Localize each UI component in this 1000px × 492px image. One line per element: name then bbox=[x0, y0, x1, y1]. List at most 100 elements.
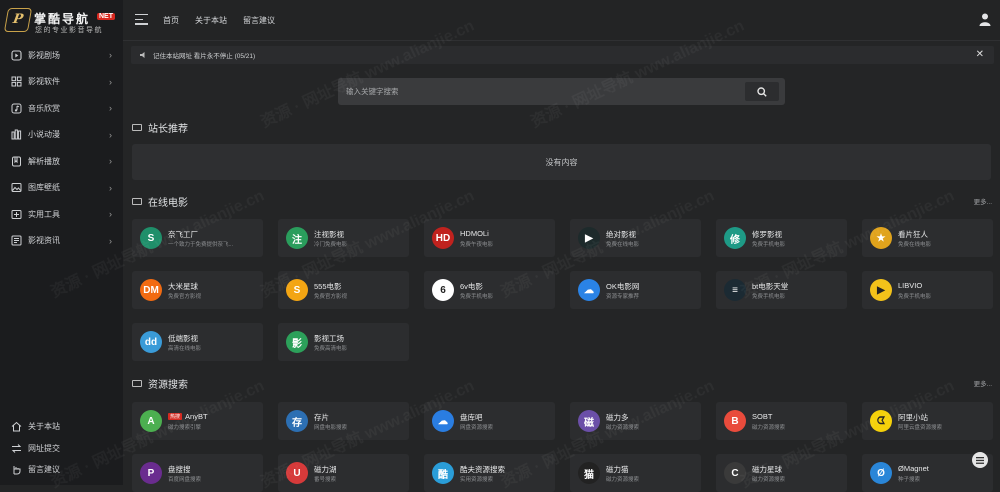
site-logo-icon: C bbox=[724, 462, 746, 484]
site-logo-icon: HD bbox=[432, 227, 454, 249]
site-card-title: HDMOLi bbox=[460, 229, 489, 238]
sidebar-item-label: 影视软件 bbox=[28, 77, 60, 87]
sidebar-item-bottom-0[interactable]: 关于本站 bbox=[0, 416, 123, 438]
site-card-desc: 磁力资源搜索 bbox=[606, 425, 640, 431]
search-icon bbox=[757, 86, 767, 97]
site-logo-icon: ▶ bbox=[870, 279, 892, 301]
site-card[interactable]: ▶ 绝对影视 免费在线电影 bbox=[570, 219, 701, 257]
site-logo-icon: A bbox=[140, 410, 162, 432]
sidebar-item-label: 关于本站 bbox=[28, 422, 60, 432]
site-card-title: 大米星球 bbox=[168, 281, 198, 292]
sidebar-item-3[interactable]: 小说动漫 › bbox=[0, 122, 123, 149]
site-card[interactable]: ☁ 盘库吧 网盘资源搜索 bbox=[424, 402, 555, 440]
site-name: 奈飞工厂 bbox=[168, 230, 198, 239]
more-link-movies[interactable]: 更多... bbox=[974, 196, 992, 206]
search-button[interactable] bbox=[745, 82, 779, 101]
sidebar-item-4[interactable]: 解析播放 › bbox=[0, 148, 123, 175]
site-card[interactable]: A 热搜 AnyBT 磁力搜索引擎 bbox=[132, 402, 263, 440]
site-card[interactable]: S 555电影 免费官方影视 bbox=[278, 271, 409, 309]
site-card[interactable]: U 磁力湖 番号搜索 bbox=[278, 454, 409, 492]
sidebar-item-6[interactable]: 实用工具 › bbox=[0, 201, 123, 228]
site-card-desc: 种子搜索 bbox=[898, 477, 921, 483]
site-name: 阿里小站 bbox=[898, 413, 928, 422]
menu-toggle-icon[interactable] bbox=[135, 14, 148, 26]
site-card-desc: 免费官方影视 bbox=[314, 294, 348, 300]
site-name: 大米星球 bbox=[168, 282, 198, 291]
sidebar-item-bottom-2[interactable]: 留言建议 bbox=[0, 459, 123, 481]
site-logo-icon: DM bbox=[140, 279, 162, 301]
site-name: 存片 bbox=[314, 413, 329, 422]
site-name: 555电影 bbox=[314, 282, 342, 291]
sidebar-item-bottom-1[interactable]: 网址提交 bbox=[0, 438, 123, 460]
site-name: 磁力星球 bbox=[752, 465, 782, 474]
site-card-desc: 百度网盘搜索 bbox=[168, 477, 202, 483]
site-card-desc: 一个致力于免费提供奈飞... bbox=[168, 242, 234, 248]
site-logo-icon: ☁ bbox=[578, 279, 600, 301]
site-logo-icon: 影 bbox=[286, 331, 308, 353]
site-card[interactable]: 影影视工场 免费高清电影 bbox=[278, 323, 409, 361]
chevron-right-icon: › bbox=[109, 50, 112, 60]
site-card[interactable]: P 盘搜搜 百度网盘搜索 bbox=[132, 454, 263, 492]
site-card-desc: 阿里云盘资源搜索 bbox=[898, 425, 943, 431]
site-card[interactable]: ▶ LIBVIO 免费手机电影 bbox=[862, 271, 993, 309]
more-link-resources[interactable]: 更多... bbox=[974, 378, 992, 388]
sidebar-item-2[interactable]: 音乐欣赏 › bbox=[0, 95, 123, 122]
site-card[interactable]: 6 6v电影 免费手机电影 bbox=[424, 271, 555, 309]
site-logo-icon: ▶ bbox=[578, 227, 600, 249]
site-card[interactable]: C 磁力星球 磁力资源搜索 bbox=[716, 454, 847, 492]
site-card-title: 注视影视 bbox=[314, 229, 344, 240]
site-card[interactable]: DM 大米星球免费官方影视 bbox=[132, 271, 263, 309]
site-card[interactable]: 存存片 网盘电影搜索 bbox=[278, 402, 409, 440]
site-card[interactable]: ★ 看片狂人 免费在线电影 bbox=[862, 219, 993, 257]
site-card-desc: 免费官方影视 bbox=[168, 294, 202, 300]
search-input[interactable] bbox=[338, 78, 743, 105]
site-card[interactable]: 修修罗影视 免费手机电影 bbox=[716, 219, 847, 257]
site-logo-icon: P bbox=[140, 462, 162, 484]
tag-icon bbox=[132, 380, 142, 387]
site-logo[interactable]: P 掌酷导航 NET 您的专业影音导航 bbox=[3, 8, 118, 34]
site-logo-icon: ≡ bbox=[724, 279, 746, 301]
site-card[interactable]: ☁ OK电影网 资源专家推荐 bbox=[570, 271, 701, 309]
sidebar-item-1[interactable]: 影视软件 › bbox=[0, 69, 123, 96]
sidebar-item-0[interactable]: 影视剧场 › bbox=[0, 42, 123, 69]
top-bar: 首页 关于本站 留言建议 bbox=[123, 0, 1000, 41]
sidebar-item-label: 解析播放 bbox=[28, 156, 60, 166]
close-icon[interactable]: ✕ bbox=[976, 49, 984, 60]
nav-about[interactable]: 关于本站 bbox=[195, 15, 227, 26]
swap-icon bbox=[11, 443, 22, 454]
site-card[interactable]: dd 低端影视 高清在线电影 bbox=[132, 323, 263, 361]
site-name: 磁力湖 bbox=[314, 465, 337, 474]
site-card[interactable]: S 奈飞工厂 一个致力于免费提供奈飞... bbox=[132, 219, 263, 257]
nav-feedback[interactable]: 留言建议 bbox=[243, 15, 275, 26]
site-card-desc: 免费手机电影 bbox=[460, 294, 494, 300]
sidebar-item-7[interactable]: 影视资讯 › bbox=[0, 228, 123, 255]
site-card-title: 磁力猫 bbox=[606, 464, 629, 475]
site-card-desc: 网盘电影搜索 bbox=[314, 425, 348, 431]
tag-icon bbox=[132, 124, 142, 131]
site-card-title: 盘库吧 bbox=[460, 412, 483, 423]
sidebar-item-5[interactable]: 图库壁纸 › bbox=[0, 175, 123, 202]
nav-home[interactable]: 首页 bbox=[163, 15, 179, 26]
site-card[interactable]: B SOBT 磁力资源搜索 bbox=[716, 402, 847, 440]
chevron-right-icon: › bbox=[109, 182, 112, 193]
site-card[interactable]: ᗧ 阿里小站 阿里云盘资源搜索 bbox=[862, 402, 993, 440]
user-icon[interactable] bbox=[979, 13, 991, 26]
float-menu-button[interactable] bbox=[972, 452, 988, 468]
site-card[interactable]: 猫磁力猫 磁力资源搜索 bbox=[570, 454, 701, 492]
site-card-title: ØMagnet bbox=[898, 464, 929, 473]
site-card[interactable]: ≡ bt电影天堂 免费手机电影 bbox=[716, 271, 847, 309]
site-card[interactable]: 磁磁力多 磁力资源搜索 bbox=[570, 402, 701, 440]
site-card-desc: 免费在线电影 bbox=[606, 242, 640, 248]
site-card-title: 磁力湖 bbox=[314, 464, 337, 475]
site-card[interactable]: 酷酷夫资源搜索 实用资源搜索 bbox=[424, 454, 555, 492]
bookmark-icon bbox=[11, 156, 22, 167]
site-card[interactable]: HD HDMOLi 免费午夜电影 bbox=[424, 219, 555, 257]
site-card[interactable]: 注注视影视 冷门免费电影 bbox=[278, 219, 409, 257]
site-card-desc: 免费午夜电影 bbox=[460, 242, 494, 248]
site-logo-icon: 注 bbox=[286, 227, 308, 249]
net-badge: NET bbox=[97, 13, 115, 20]
site-name: 低端影视 bbox=[168, 334, 198, 343]
site-card-desc: 网盘资源搜索 bbox=[460, 425, 494, 431]
site-card-title: 磁力多 bbox=[606, 412, 629, 423]
site-card-title: 6v电影 bbox=[460, 281, 483, 292]
